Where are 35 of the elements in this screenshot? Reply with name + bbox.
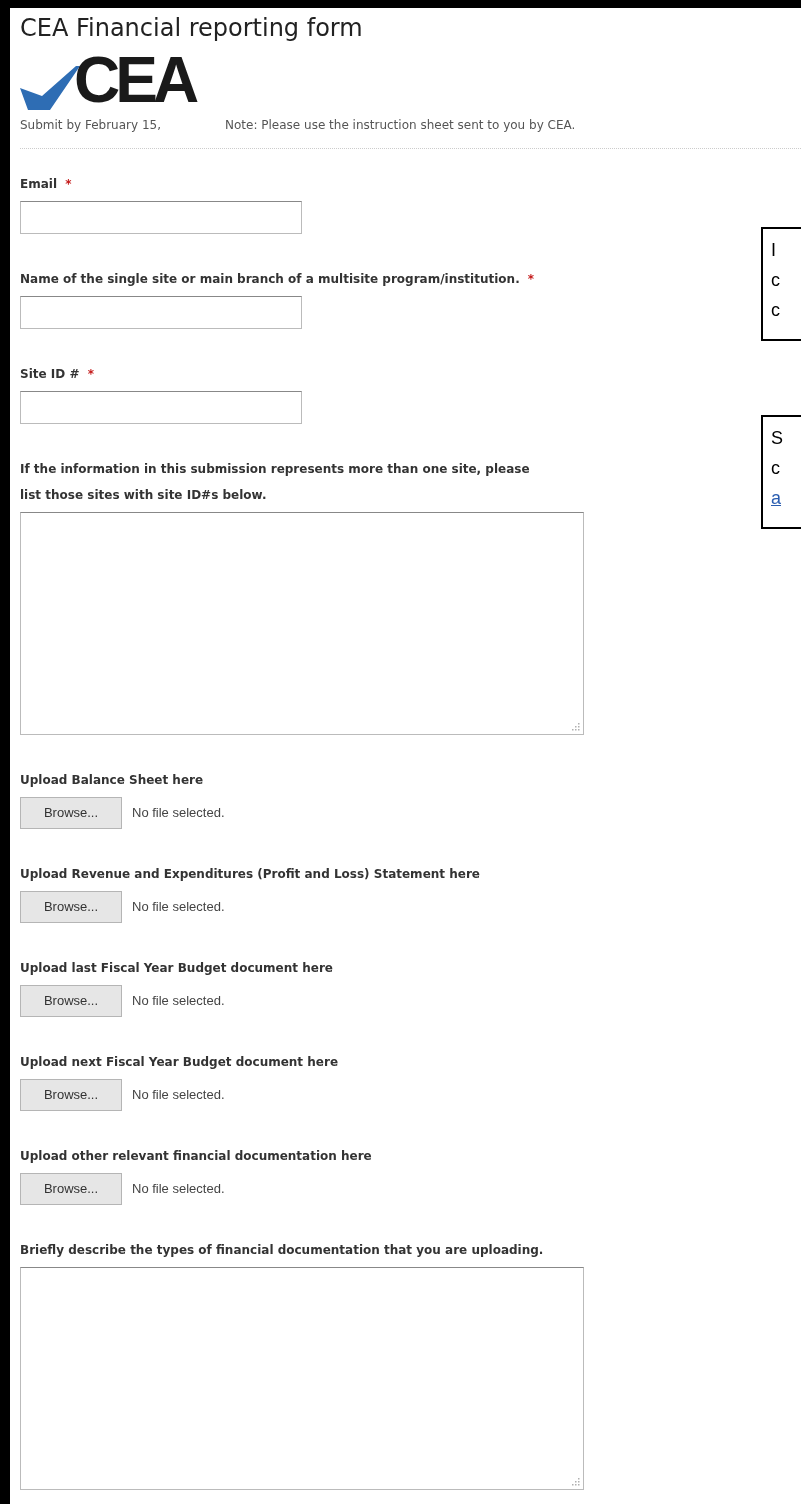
field-label: Upload last Fiscal Year Budget document here (20, 960, 334, 977)
browse-button[interactable]: Browse... (20, 797, 122, 829)
field-label: Upload next Fiscal Year Budget document here (20, 1054, 340, 1071)
info-text: c (771, 269, 781, 292)
text-input[interactable] (20, 201, 302, 234)
file-status: No file selected. (132, 1180, 225, 1199)
file-status: No file selected. (132, 804, 225, 823)
field-label: If the information in this submission represents more than one site, please list those sites with site ID#s below. (20, 461, 531, 504)
logo: CEA (20, 50, 801, 110)
browse-button[interactable]: Browse... (20, 985, 122, 1017)
browse-button[interactable]: Browse... (20, 1173, 122, 1205)
info-text: S (771, 427, 784, 450)
info-text: I (771, 239, 777, 262)
file-status: No file selected. (132, 992, 225, 1011)
field-label: Upload other relevant financial documentation here (20, 1148, 373, 1165)
deadline-text: Submit by February 15, (20, 117, 161, 134)
resize-handle-icon[interactable] (572, 723, 580, 731)
browse-button[interactable]: Browse... (20, 1079, 122, 1111)
info-text: c (771, 457, 781, 480)
resize-handle-icon[interactable] (572, 1478, 580, 1486)
field-label: Upload Balance Sheet here (20, 772, 205, 789)
text-input[interactable] (20, 296, 302, 329)
field-label: Briefly describe the types of financial documentation that you are uploading. (20, 1242, 545, 1259)
field-label: Upload Revenue and Expenditures (Profit and Loss) Statement here (20, 866, 481, 883)
info-link[interactable]: a (771, 483, 801, 513)
file-status: No file selected. (132, 898, 225, 917)
file-status: No file selected. (132, 1086, 225, 1105)
note-text: Note: Please use the instruction sheet sent to you by CEA. (225, 117, 576, 134)
browse-button[interactable]: Browse... (20, 891, 122, 923)
field-label: Site ID # * (20, 366, 95, 383)
text-input[interactable] (20, 391, 302, 424)
field-label: Name of the single site or main branch of a multisite program/institution. * (20, 271, 536, 288)
info-text: c (771, 299, 781, 322)
form-title: CEA Financial reporting form (20, 13, 364, 44)
field-label: Email * (20, 176, 73, 193)
